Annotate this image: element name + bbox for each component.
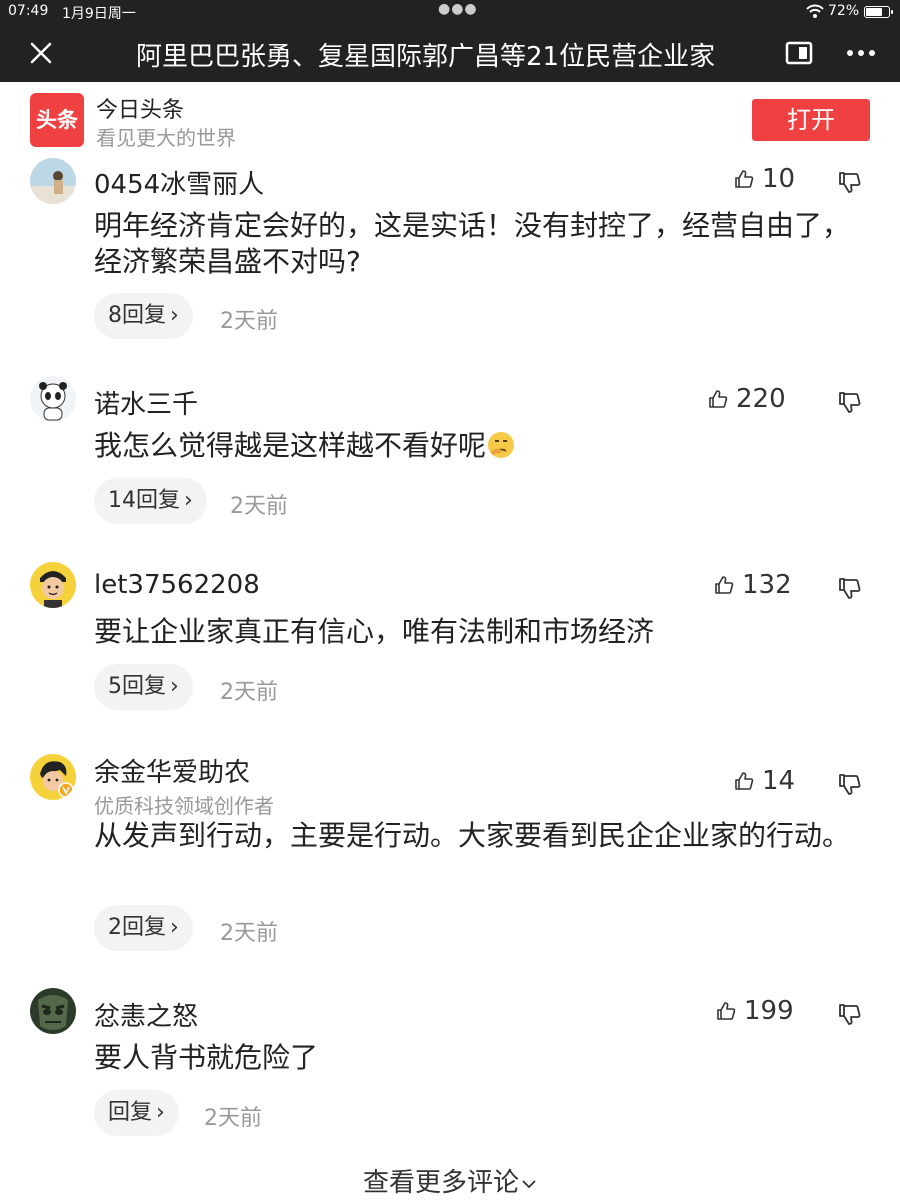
status-date: 1月9日周一 xyxy=(62,6,136,22)
like-count: 132 xyxy=(742,570,792,600)
open-app-button[interactable]: 打开 xyxy=(752,99,870,141)
comment-text: 明年经济肯定会好的，这是实话！没有封控了，经营自由了，经济繁荣昌盛不对吗? xyxy=(94,209,851,278)
replies-button[interactable]: 2回复 › xyxy=(94,905,193,951)
avatar[interactable] xyxy=(30,376,76,422)
comment-author[interactable]: 诺水三千 xyxy=(94,384,198,421)
replies-count: 5回复 xyxy=(108,674,166,699)
thumbs-down-icon[interactable] xyxy=(838,772,862,796)
view-more-comments-button[interactable]: 查看更多评论 xyxy=(0,1162,900,1199)
like-button[interactable]: 132 xyxy=(714,570,792,600)
like-count: 220 xyxy=(736,384,786,414)
comment-time: 2天前 xyxy=(220,680,278,705)
replies-button[interactable]: 5回复 › xyxy=(94,664,193,710)
comment-text: 要让企业家真正有信心，唯有法制和市场经济 xyxy=(94,615,655,648)
comment-text-body: 我怎么觉得越是这样越不看好呢 xyxy=(94,429,487,462)
multitask-dots-icon[interactable]: ●●● xyxy=(438,1,478,17)
like-button[interactable]: 199 xyxy=(716,996,794,1026)
chevron-right-icon: › xyxy=(170,303,179,328)
app-banner: 头条 今日头条 看见更大的世界 打开 xyxy=(0,82,900,152)
nav-bar: 阿里巴巴张勇、复星国际郭广昌等21位民营企业家 xyxy=(0,24,900,82)
like-button[interactable]: 220 xyxy=(708,384,786,414)
replies-count: 回复 xyxy=(108,1100,153,1125)
comment-time: 2天前 xyxy=(204,1106,262,1131)
like-count: 14 xyxy=(762,766,796,796)
comment-author[interactable]: 忿恚之怒 xyxy=(94,996,198,1033)
app-name: 今日头条 xyxy=(96,98,185,123)
comment-time: 2天前 xyxy=(230,494,288,519)
replies-count: 2回复 xyxy=(108,915,166,940)
wifi-icon xyxy=(806,4,824,18)
thumbs-up-icon xyxy=(717,1002,736,1020)
thumbs-up-icon xyxy=(735,170,754,188)
chevron-right-icon: › xyxy=(184,488,193,513)
thumbs-up-icon xyxy=(715,576,734,594)
reader-mode-icon[interactable] xyxy=(784,38,814,68)
more-icon[interactable] xyxy=(844,38,878,68)
comment-time: 2天前 xyxy=(220,309,278,334)
thinking-emoji-icon xyxy=(488,432,515,458)
avatar[interactable] xyxy=(30,158,76,204)
page-title: 阿里巴巴张勇、复星国际郭广昌等21位民营企业家 xyxy=(136,42,716,72)
replies-count: 8回复 xyxy=(108,303,166,328)
like-count: 199 xyxy=(744,996,794,1026)
comment-author[interactable]: 0454冰雪丽人 xyxy=(94,164,264,201)
like-button[interactable]: 14 xyxy=(734,766,795,796)
app-slogan: 看见更大的世界 xyxy=(96,126,236,150)
chevron-right-icon: › xyxy=(170,674,179,699)
status-time: 07:49 xyxy=(8,3,49,19)
replies-button[interactable]: 8回复 › xyxy=(94,293,193,339)
view-more-comments-label: 查看更多评论 xyxy=(362,1168,519,1198)
comment-text: 要人背书就危险了 xyxy=(94,1041,319,1074)
like-count: 10 xyxy=(762,164,796,194)
thumbs-down-icon[interactable] xyxy=(838,576,862,600)
replies-count: 14回复 xyxy=(108,488,180,513)
avatar[interactable] xyxy=(30,562,76,608)
comment-author[interactable]: let37562208 xyxy=(94,570,260,600)
avatar[interactable] xyxy=(30,754,76,800)
thumbs-down-icon[interactable] xyxy=(838,1002,862,1026)
chevron-right-icon: › xyxy=(170,915,179,940)
author-badge: 优质科技领域创作者 xyxy=(94,794,274,818)
thumbs-up-icon xyxy=(735,772,754,790)
chevron-right-icon: › xyxy=(156,1100,165,1125)
close-icon[interactable] xyxy=(24,36,58,70)
comment-text: 我怎么觉得越是这样越不看好呢 xyxy=(94,428,854,464)
app-logo: 头条 xyxy=(30,93,84,147)
replies-button[interactable]: 14回复 › xyxy=(94,478,207,524)
avatar[interactable] xyxy=(30,988,76,1034)
comment-author[interactable]: 余金华爱助农 xyxy=(94,752,250,789)
replies-button[interactable]: 回复 › xyxy=(94,1090,179,1136)
comment-time: 2天前 xyxy=(220,921,278,946)
status-bar: 07:49 1月9日周一 ●●● 72% xyxy=(0,0,900,24)
comment-text: 从发声到行动，主要是行动。大家要看到民企企业家的行动。 xyxy=(94,819,851,852)
like-button[interactable]: 10 xyxy=(734,164,795,194)
thumbs-up-icon xyxy=(709,390,728,408)
thumbs-down-icon[interactable] xyxy=(838,170,862,194)
battery-icon xyxy=(864,6,893,18)
battery-percent: 72% xyxy=(828,3,860,19)
chevron-down-icon xyxy=(522,1179,536,1188)
thumbs-down-icon[interactable] xyxy=(838,390,862,414)
